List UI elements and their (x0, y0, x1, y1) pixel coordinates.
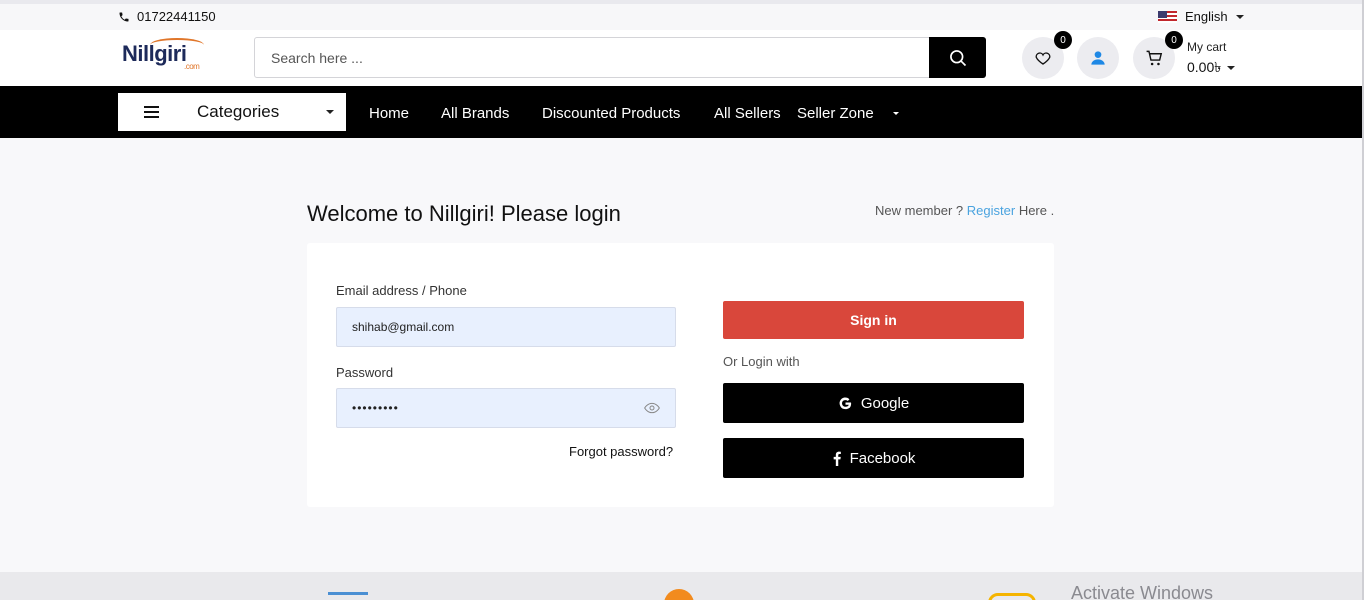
forgot-password-link[interactable]: Forgot password? (569, 444, 673, 459)
footer-features: Activate Windows (0, 572, 1362, 600)
categories-dropdown[interactable]: Categories (118, 93, 346, 131)
register-link[interactable]: Register (967, 203, 1015, 218)
wishlist-button[interactable]: 0 (1022, 31, 1072, 79)
here-text: Here . (1018, 203, 1055, 218)
seller-zone-chevron-icon[interactable] (893, 112, 899, 115)
cart-count-badge: 0 (1165, 31, 1183, 49)
google-login-button[interactable]: Google (723, 383, 1024, 423)
wishlist-count-badge: 0 (1054, 31, 1072, 49)
sign-in-button[interactable]: Sign in (723, 301, 1024, 339)
nav-link-discounted-products[interactable]: Discounted Products (542, 105, 680, 122)
header: Nillgiri .com 0 0 My cart 0.00৳ (0, 30, 1364, 86)
cart-icon (1146, 50, 1162, 65)
cart-button[interactable]: 0 (1133, 31, 1183, 79)
language-label: English (1185, 9, 1228, 24)
page-title: Welcome to Nillgiri! Please login (307, 201, 621, 226)
site-logo[interactable]: Nillgiri .com (122, 38, 204, 71)
cart-label: My cart (1187, 40, 1227, 54)
categories-label: Categories (197, 102, 280, 121)
feature-image (328, 592, 368, 600)
us-flag-icon (1158, 10, 1177, 23)
or-login-text: Or Login with (723, 354, 800, 369)
email-input[interactable] (337, 308, 637, 346)
eye-icon[interactable] (644, 401, 660, 415)
search-icon (949, 49, 966, 66)
user-icon (1091, 51, 1105, 65)
logo-arc (150, 38, 204, 52)
language-selector[interactable]: English (1158, 9, 1244, 24)
nav-link-home[interactable]: Home (369, 105, 409, 122)
email-field (336, 307, 676, 347)
phone-contact[interactable]: 01722441150 (118, 9, 216, 24)
nav-link-all-brands[interactable]: All Brands (441, 105, 509, 122)
logo-sub: .com (184, 62, 200, 71)
search-bar (254, 37, 986, 78)
login-card: Email address / Phone Password Forgot pa… (307, 243, 1054, 507)
cart-total[interactable]: 0.00৳ (1187, 56, 1236, 80)
email-label: Email address / Phone (336, 283, 467, 298)
feature-image (664, 589, 694, 600)
phone-icon (119, 12, 129, 21)
password-field (336, 388, 676, 428)
chevron-down-icon (1227, 66, 1236, 70)
facebook-label: Facebook (849, 449, 916, 467)
chevron-down-icon (326, 110, 334, 114)
new-member-text: New member ? (875, 203, 964, 218)
feature-image (988, 593, 1036, 600)
top-bar: 01722441150 English (0, 0, 1364, 30)
password-input[interactable] (337, 389, 637, 427)
search-button[interactable] (929, 37, 986, 78)
menu-icon (144, 106, 159, 118)
heart-icon (1035, 52, 1051, 65)
cart-total-value: 0.00৳ (1187, 59, 1222, 75)
facebook-icon (833, 451, 841, 466)
phone-number: 01722441150 (137, 9, 216, 24)
google-icon (839, 396, 851, 409)
search-input[interactable] (255, 38, 925, 77)
facebook-login-button[interactable]: Facebook (723, 438, 1024, 478)
account-button[interactable] (1077, 37, 1119, 79)
windows-watermark: Activate Windows (1071, 583, 1214, 600)
google-label: Google (860, 394, 910, 412)
nav-link-all-sellers[interactable]: All Sellers (714, 105, 781, 122)
nav-link-seller-zone[interactable]: Seller Zone (797, 105, 874, 122)
chevron-down-icon (1235, 14, 1244, 19)
password-label: Password (336, 365, 394, 380)
register-prompt: New member ? Register Here . (875, 203, 1054, 218)
main-navigation: Categories Home All Brands Discounted Pr… (0, 86, 1362, 138)
